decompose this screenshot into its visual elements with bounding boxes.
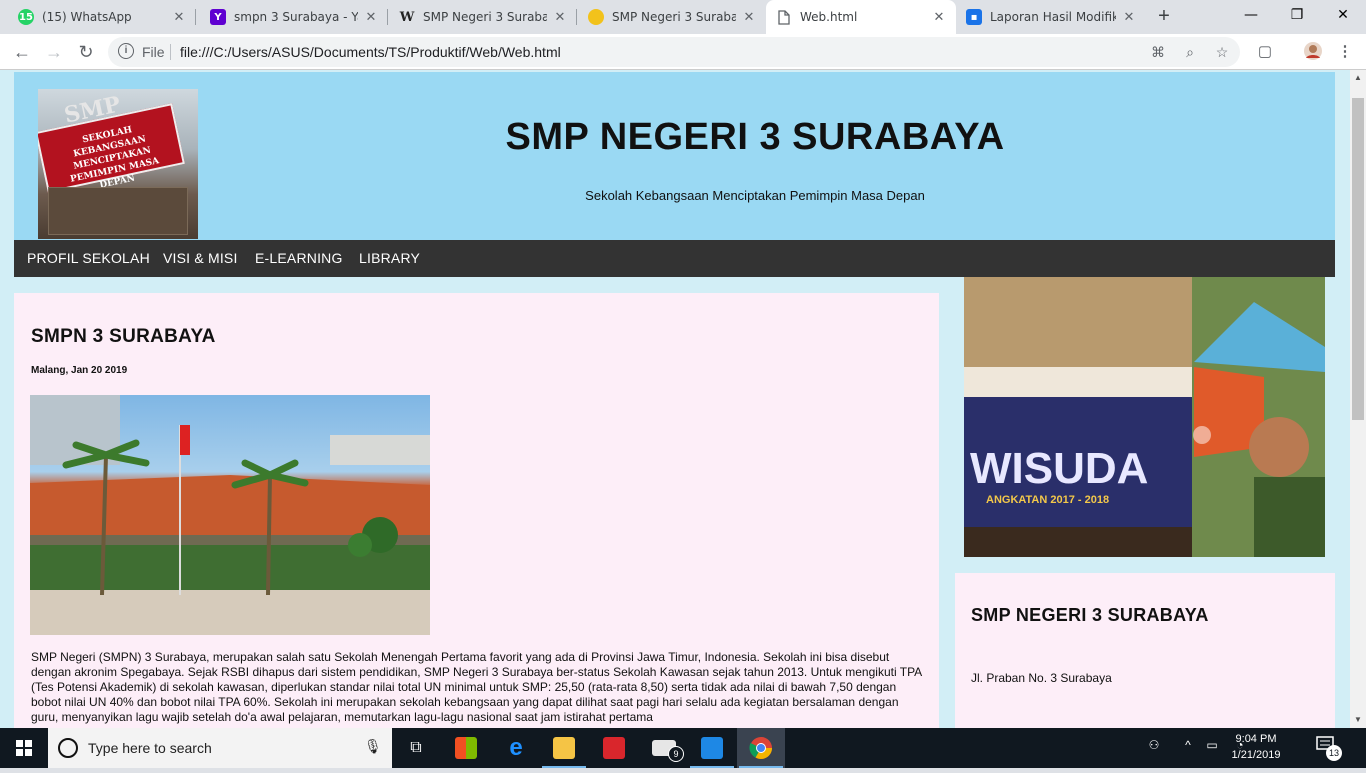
new-tab-icon[interactable]: + <box>1152 5 1176 29</box>
tab-title: SMP Negeri 3 Surabaya <box>423 10 547 24</box>
taskbar-search-placeholder: Type here to search <box>88 740 212 756</box>
classroom-icon: ▪ <box>966 9 982 25</box>
tab-separator <box>195 9 196 25</box>
vscode-icon[interactable] <box>688 728 736 768</box>
tab-title: Laporan Hasil Modifikasi <box>990 10 1116 24</box>
close-window-icon[interactable]: ✕ <box>1320 0 1366 30</box>
banner-subtitle: ANGKATAN 2017 - 2018 <box>986 494 1109 506</box>
microphone-icon[interactable]: 🎙 <box>364 738 382 758</box>
taskbar-clock[interactable]: 9:04 PM 1/21/2019 <box>1226 731 1286 763</box>
maximize-icon[interactable]: ❐ <box>1274 0 1320 30</box>
reload-icon[interactable]: ↻ <box>72 38 100 66</box>
page-viewport: SMP SEKOLAH KEBANGSAAN MENCIPTAKAN PEMIM… <box>0 70 1350 728</box>
school-building-photo <box>30 395 430 635</box>
page-scrollbar[interactable]: ▲ ▼ <box>1350 70 1366 728</box>
extension-icon[interactable]: ▢ <box>1254 41 1276 63</box>
site-header: SMP SEKOLAH KEBANGSAAN MENCIPTAKAN PEMIM… <box>14 72 1335 240</box>
scheme-label: File <box>142 44 165 60</box>
tab-separator <box>576 9 577 25</box>
post-title: SMPN 3 SURABAYA <box>31 326 216 347</box>
post-body: SMP Negeri (SMPN) 3 Surabaya, merupakan … <box>31 650 922 724</box>
browser-toolbar: ← → ↻ i File file:///C:/Users/ASUS/Docum… <box>0 34 1366 70</box>
forward-icon[interactable]: → <box>40 38 68 66</box>
emoji-icon <box>588 9 604 25</box>
menu-library[interactable]: LIBRARY <box>359 240 420 277</box>
taskbar-search-box[interactable]: Type here to search 🎙 <box>48 728 392 768</box>
whatsapp-icon: 15 <box>18 9 34 25</box>
people-icon[interactable]: ⚇ <box>1146 738 1162 752</box>
close-tab-icon[interactable]: ✕ <box>553 10 567 25</box>
scroll-up-icon[interactable]: ▲ <box>1350 70 1366 86</box>
close-tab-icon[interactable]: ✕ <box>364 10 378 25</box>
tab-smpn3[interactable]: SMP Negeri 3 Surabaya ✕ <box>578 0 766 34</box>
minimize-icon[interactable]: — <box>1228 0 1274 30</box>
logo-plaque <box>48 187 188 235</box>
tab-title: smpn 3 Surabaya - Yahoo <box>234 10 358 24</box>
cortana-icon <box>58 738 78 758</box>
document-icon <box>776 9 792 25</box>
tab-whatsapp[interactable]: 15 (15) WhatsApp ✕ <box>8 0 196 34</box>
site-title: SMP NEGERI 3 SURABAYA <box>505 116 1005 158</box>
main-post: SMPN 3 SURABAYA Malang, Jan 20 2019 SMP … <box>14 293 939 728</box>
school-logo-image: SMP SEKOLAH KEBANGSAAN MENCIPTAKAN PEMIM… <box>38 89 198 239</box>
close-tab-icon[interactable]: ✕ <box>742 10 756 25</box>
scroll-down-icon[interactable]: ▼ <box>1350 712 1366 728</box>
windows-start-icon[interactable] <box>0 728 48 768</box>
tab-laporan[interactable]: ▪ Laporan Hasil Modifikasi ✕ <box>956 0 1146 34</box>
scrollbar-thumb[interactable] <box>1352 98 1364 420</box>
clock-time: 9:04 PM <box>1235 733 1277 745</box>
close-tab-icon[interactable]: ✕ <box>932 10 946 25</box>
info-icon[interactable]: i <box>118 43 134 59</box>
main-menu: PROFIL SEKOLAH VISI & MISI E-LEARNING LI… <box>14 240 1335 277</box>
tab-title: SMP Negeri 3 Surabaya <box>612 10 736 24</box>
file-explorer-icon[interactable] <box>540 728 588 768</box>
tab-title: (15) WhatsApp <box>42 10 132 24</box>
post-date: Malang, Jan 20 2019 <box>31 365 128 376</box>
menu-e-learning[interactable]: E-LEARNING <box>255 240 343 277</box>
wikipedia-icon: W <box>399 9 415 25</box>
translate-icon[interactable]: ⌘ <box>1148 42 1168 62</box>
menu-icon[interactable]: ⋮ <box>1334 41 1356 63</box>
close-tab-icon[interactable]: ✕ <box>172 10 186 25</box>
profile-avatar[interactable] <box>1302 41 1324 63</box>
mail-badge: 9 <box>668 746 684 762</box>
tab-separator <box>387 9 388 25</box>
zoom-icon[interactable]: ⌕ <box>1180 42 1200 62</box>
chrome-icon[interactable] <box>737 728 785 768</box>
tab-title: Web.html <box>800 10 858 24</box>
sidebar-address: Jl. Praban No. 3 Surabaya <box>971 671 1112 685</box>
tray-chevron-icon[interactable]: ^ <box>1182 738 1194 752</box>
gift-app-icon[interactable] <box>590 728 638 768</box>
edge-icon[interactable]: e <box>492 728 540 768</box>
site-tagline: Sekolah Kebangsaan Menciptakan Pemimpin … <box>585 188 925 203</box>
url-text[interactable]: file:///C:/Users/ASUS/Documents/TS/Produ… <box>180 44 561 60</box>
carousel-prev-icon[interactable] <box>1193 426 1211 444</box>
task-view-icon[interactable]: ⧉ <box>392 728 440 768</box>
clock-date: 1/21/2019 <box>1231 749 1281 761</box>
yahoo-icon: Y <box>210 9 226 25</box>
store-icon[interactable] <box>442 728 490 768</box>
battery-icon[interactable]: ▭ <box>1204 738 1220 752</box>
tab-yahoo[interactable]: Y smpn 3 Surabaya - Yahoo ✕ <box>200 0 388 34</box>
menu-visi-misi[interactable]: VISI & MISI <box>163 240 238 277</box>
logo-sign: SEKOLAH KEBANGSAAN MENCIPTAKAN PEMIMPIN … <box>38 103 185 193</box>
banner-title: WISUDA <box>970 444 1148 493</box>
tab-strip: 15 (15) WhatsApp ✕ Y smpn 3 Surabaya - Y… <box>0 0 1366 34</box>
tab-web-html[interactable]: Web.html ✕ <box>766 0 956 34</box>
sidebar-widget: SMP NEGERI 3 SURABAYA Jl. Praban No. 3 S… <box>955 573 1335 728</box>
tab-wikipedia[interactable]: W SMP Negeri 3 Surabaya ✕ <box>389 0 577 34</box>
windows-taskbar: Type here to search 🎙 ⧉ e 9 ⚇ ^ ▭ ◔ 9:04… <box>0 728 1366 768</box>
star-icon[interactable]: ☆ <box>1212 42 1232 62</box>
action-center-icon[interactable]: 13 <box>1316 736 1348 761</box>
back-icon[interactable]: ← <box>8 38 36 66</box>
close-tab-icon[interactable]: ✕ <box>1122 10 1136 25</box>
menu-profil-sekolah[interactable]: PROFIL SEKOLAH <box>27 240 150 277</box>
notification-badge: 13 <box>1326 745 1342 761</box>
sidebar-title: SMP NEGERI 3 SURABAYA <box>971 605 1209 625</box>
address-divider <box>170 44 171 60</box>
wisuda-banner-image: WISUDA ANGKATAN 2017 - 2018 <box>964 277 1325 557</box>
mail-icon[interactable]: 9 <box>640 728 688 768</box>
address-bar[interactable]: i File file:///C:/Users/ASUS/Documents/T… <box>108 37 1240 67</box>
